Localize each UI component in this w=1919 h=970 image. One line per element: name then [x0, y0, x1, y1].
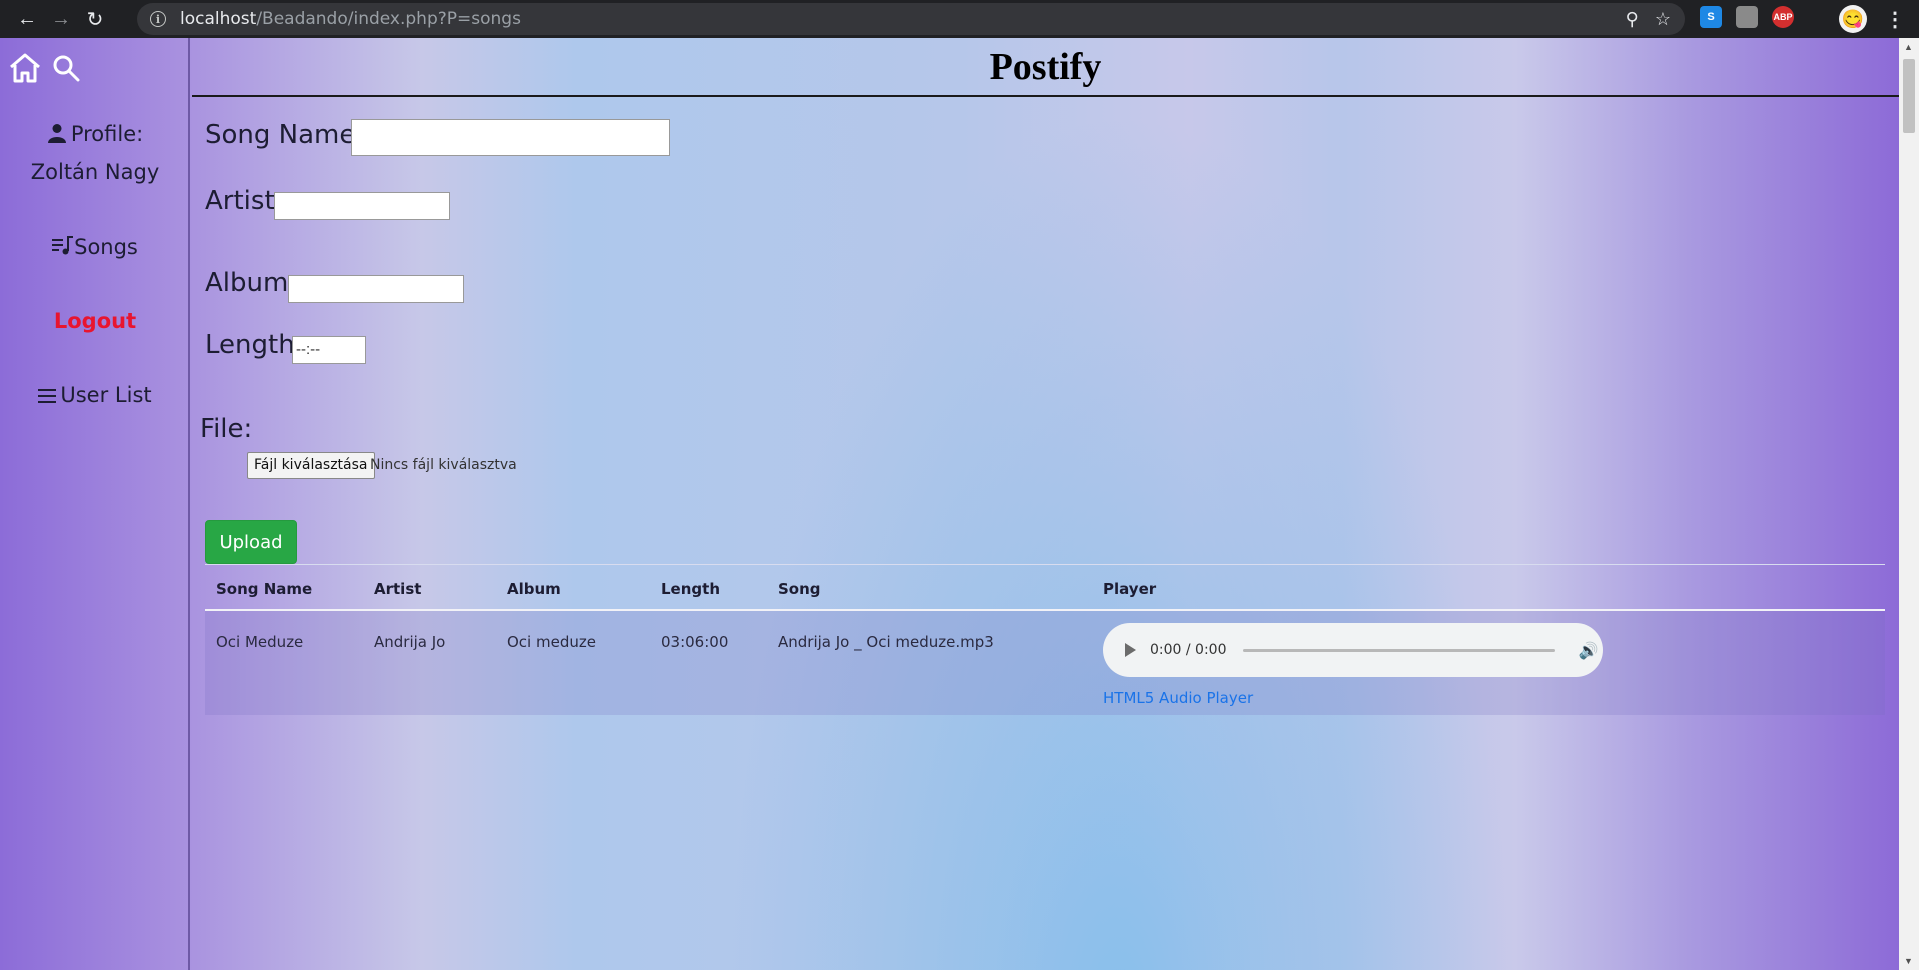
- back-icon[interactable]: ←: [10, 2, 44, 36]
- menu-lines-icon: [38, 389, 57, 403]
- reload-icon[interactable]: ↻: [78, 2, 112, 36]
- extension-icon[interactable]: [1736, 6, 1758, 28]
- song-name-label: Song Name: [205, 120, 356, 150]
- choose-file-button[interactable]: Fájl kiválasztása: [247, 452, 375, 479]
- cell-artist: Andrija Jo: [374, 633, 446, 651]
- adblock-plus-icon[interactable]: ABP: [1772, 6, 1794, 28]
- address-bar[interactable]: i localhost/Beadando/index.php?P=songs ⚲…: [137, 3, 1685, 35]
- url-text[interactable]: localhost/Beadando/index.php?P=songs: [180, 9, 521, 29]
- user-list-label: User List: [60, 383, 152, 407]
- volume-icon[interactable]: 🔊: [1579, 641, 1599, 660]
- table-row: Oci Meduze Andrija Jo Oci meduze 03:06:0…: [205, 611, 1885, 715]
- cell-length: 03:06:00: [661, 633, 729, 651]
- column-header-length: Length: [661, 580, 720, 598]
- profile-label: Profile:: [70, 122, 144, 146]
- column-header-album: Album: [507, 580, 561, 598]
- artist-label: Artist: [205, 186, 275, 216]
- cell-album: Oci meduze: [507, 633, 596, 651]
- url-path: /Beadando/index.php?P=songs: [256, 9, 521, 29]
- page-title: Postify: [989, 46, 1102, 88]
- user-icon: [47, 124, 66, 143]
- songs-table: Song Name Artist Album Length Song Playe…: [205, 564, 1885, 715]
- sidebar-item-profile[interactable]: Profile:: [0, 122, 190, 146]
- column-header-artist: Artist: [374, 580, 422, 598]
- column-header-song-name: Song Name: [216, 580, 313, 598]
- audio-time: 0:00 / 0:00: [1150, 642, 1227, 658]
- logout-link[interactable]: Logout: [0, 309, 190, 333]
- cell-song-file: Andrija Jo _ Oci meduze.mp3: [778, 633, 994, 651]
- forward-icon[interactable]: →: [44, 2, 78, 36]
- info-icon[interactable]: i: [150, 11, 166, 27]
- main-content: Postify: [192, 38, 1899, 970]
- column-header-player: Player: [1103, 580, 1157, 598]
- sidebar-item-user-list[interactable]: User List: [0, 383, 190, 407]
- scroll-down-icon[interactable]: ▼: [1904, 956, 1913, 966]
- audio-player[interactable]: 0:00 / 0:00 🔊: [1103, 623, 1603, 677]
- scrollbar[interactable]: ▲ ▼: [1899, 38, 1919, 970]
- cell-song-name: Oci Meduze: [216, 633, 304, 651]
- songs-label: Songs: [74, 235, 138, 259]
- play-icon[interactable]: [1125, 643, 1136, 657]
- bookmark-star-icon[interactable]: ☆: [1655, 9, 1671, 30]
- search-icon[interactable]: [52, 54, 80, 82]
- scroll-up-icon[interactable]: ▲: [1904, 42, 1913, 52]
- column-header-song: Song: [778, 580, 821, 598]
- song-name-input[interactable]: [351, 119, 670, 156]
- zoom-icon[interactable]: ⚲: [1626, 9, 1639, 30]
- html5-audio-player-link[interactable]: HTML5 Audio Player: [1103, 689, 1253, 707]
- file-status-text: Nincs fájl kiválasztva: [370, 457, 517, 473]
- artist-input[interactable]: [274, 192, 450, 220]
- album-label: Album: [205, 268, 289, 298]
- url-host: localhost: [180, 9, 257, 29]
- profile-avatar[interactable]: 😋: [1839, 5, 1867, 33]
- album-input[interactable]: [288, 275, 464, 303]
- upload-button[interactable]: Upload: [205, 520, 297, 564]
- table-header: Song Name Artist Album Length Song Playe…: [205, 565, 1885, 611]
- sidebar: Profile: Zoltán Nagy Songs Logout User L…: [0, 38, 190, 970]
- page-header: Postify: [192, 38, 1899, 97]
- scrollbar-thumb[interactable]: [1903, 59, 1915, 133]
- sidebar-item-songs[interactable]: Songs: [0, 235, 190, 259]
- home-icon[interactable]: [8, 52, 42, 84]
- profile-name: Zoltán Nagy: [30, 160, 160, 184]
- length-input[interactable]: --:--: [292, 336, 366, 364]
- playlist-icon: [52, 236, 74, 255]
- length-label: Length: [205, 330, 295, 360]
- browser-menu-icon[interactable]: ⋮: [1885, 7, 1905, 32]
- audio-progress-track[interactable]: [1242, 648, 1555, 652]
- browser-toolbar: ← → ↻ i localhost/Beadando/index.php?P=s…: [0, 0, 1919, 38]
- skype-extension-icon[interactable]: S: [1700, 6, 1722, 28]
- page-viewport: Profile: Zoltán Nagy Songs Logout User L…: [0, 38, 1919, 970]
- file-label: File:: [200, 414, 253, 444]
